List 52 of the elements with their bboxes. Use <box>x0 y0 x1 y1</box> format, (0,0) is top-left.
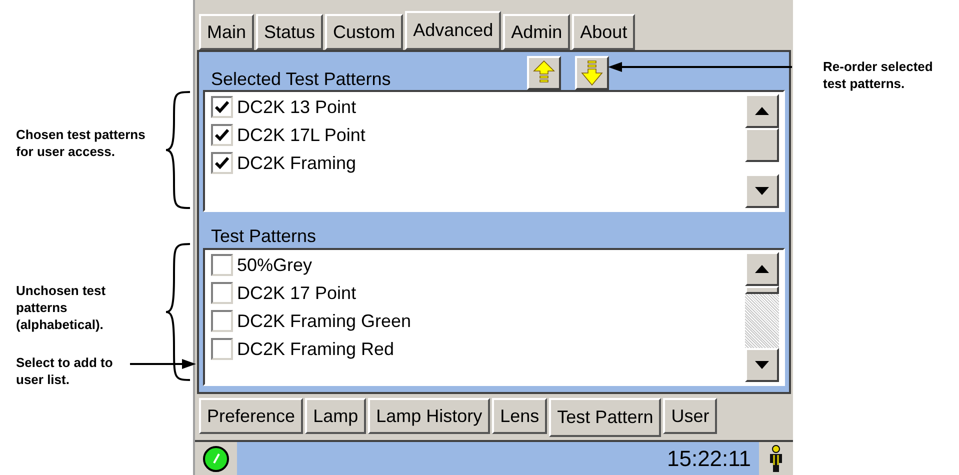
scroll-down-button[interactable] <box>745 174 779 208</box>
checkbox[interactable] <box>211 338 233 360</box>
checkbox[interactable] <box>211 282 233 304</box>
checkbox[interactable] <box>211 96 233 118</box>
scroll-down-button[interactable] <box>745 348 779 382</box>
list-item[interactable]: DC2K Framing Red <box>237 338 394 360</box>
checkbox[interactable] <box>211 152 233 174</box>
tab[interactable]: Lamp <box>305 398 366 434</box>
person-icon <box>768 444 784 472</box>
list-item[interactable]: DC2K Framing <box>237 152 356 174</box>
scroll-thumb[interactable] <box>745 286 779 294</box>
tab[interactable]: Custom <box>325 14 404 50</box>
scroll-up-button[interactable] <box>745 252 779 286</box>
triangle-up-icon <box>755 107 769 115</box>
tab[interactable]: User <box>663 398 718 434</box>
triangle-up-icon <box>755 265 769 273</box>
tab[interactable]: Test Pattern <box>549 398 662 437</box>
checkbox[interactable] <box>211 254 233 276</box>
move-up-button[interactable] <box>527 56 561 90</box>
tab[interactable]: Advanced <box>405 11 502 50</box>
scroll-thumb[interactable] <box>745 128 779 162</box>
list-item[interactable]: DC2K 17 Point <box>237 282 356 304</box>
tab[interactable]: Status <box>256 14 324 50</box>
tab[interactable]: Admin <box>503 14 570 50</box>
annotation-text: Re-order selected test patterns. <box>823 58 934 92</box>
triangle-down-icon <box>755 361 769 369</box>
list-item[interactable]: DC2K 13 Point <box>237 96 356 118</box>
checkmark-icon <box>215 101 229 113</box>
tab[interactable]: Main <box>199 14 254 50</box>
checkbox[interactable] <box>211 124 233 146</box>
section-title: Selected Test Patterns <box>210 70 391 90</box>
annotation-text: Select to add to user list. <box>16 354 114 388</box>
scroll-up-button[interactable] <box>745 94 779 128</box>
section-title: Test Patterns <box>210 227 316 248</box>
arrow-down-icon <box>581 60 603 86</box>
triangle-down-icon <box>755 187 769 195</box>
list-item[interactable]: 50%Grey <box>237 254 312 276</box>
tab[interactable]: About <box>572 14 636 50</box>
move-down-button[interactable] <box>575 56 609 90</box>
list-item[interactable]: DC2K Framing Green <box>237 310 412 332</box>
arrow-drawing <box>130 358 196 370</box>
clock-time: 15:22:11 <box>666 448 752 470</box>
tab[interactable]: Preference <box>199 398 304 434</box>
checkbox[interactable] <box>211 310 233 332</box>
tab[interactable]: Lamp History <box>368 398 490 434</box>
annotation-text: Unchosen test patterns (alphabetical). <box>16 282 107 333</box>
tab[interactable]: Lens <box>492 398 548 434</box>
annotation-text: Chosen test patterns for user access. <box>16 126 146 160</box>
status-light-icon <box>202 444 230 472</box>
list-item[interactable]: DC2K 17L Point <box>237 124 366 146</box>
checkmark-icon <box>215 129 229 141</box>
checkmark-icon <box>215 157 229 169</box>
